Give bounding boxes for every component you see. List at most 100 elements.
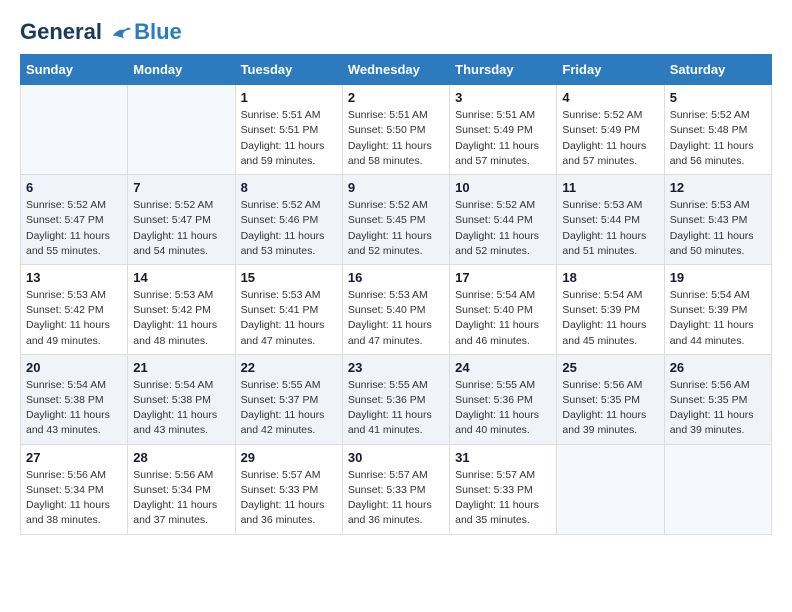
day-number: 1: [241, 90, 337, 105]
calendar-cell: 4 Sunrise: 5:52 AM Sunset: 5:49 PM Daylig…: [557, 85, 664, 175]
col-header-sunday: Sunday: [21, 55, 128, 85]
day-info: Sunrise: 5:57 AM Sunset: 5:33 PM Dayligh…: [348, 468, 444, 529]
col-header-thursday: Thursday: [450, 55, 557, 85]
day-info: Sunrise: 5:52 AM Sunset: 5:44 PM Dayligh…: [455, 198, 551, 259]
calendar-cell: 14Sunrise: 5:53 AM Sunset: 5:42 PM Dayli…: [128, 264, 235, 354]
day-info: Sunrise: 5:56 AM Sunset: 5:34 PM Dayligh…: [26, 468, 122, 529]
calendar-cell: 15Sunrise: 5:53 AM Sunset: 5:41 PM Dayli…: [235, 264, 342, 354]
day-number: 3: [455, 90, 551, 105]
calendar-cell: 5 Sunrise: 5:52 AM Sunset: 5:48 PM Daylig…: [664, 85, 771, 175]
calendar-cell: 21 Sunrise: 5:54 AM Sunset: 5:38 PM Dayli…: [128, 354, 235, 444]
day-info: Sunrise: 5:56 AM Sunset: 5:34 PM Dayligh…: [133, 468, 229, 529]
day-info: Sunrise: 5:53 AM Sunset: 5:42 PM Dayligh…: [26, 288, 122, 349]
logo-bird-icon: [110, 22, 132, 44]
day-number: 5: [670, 90, 766, 105]
day-info: Sunrise: 5:51 AM Sunset: 5:49 PM Dayligh…: [455, 108, 551, 169]
calendar-cell: 27 Sunrise: 5:56 AM Sunset: 5:34 PM Dayli…: [21, 444, 128, 534]
calendar-cell: [664, 444, 771, 534]
calendar-cell: 22Sunrise: 5:55 AM Sunset: 5:37 PM Dayli…: [235, 354, 342, 444]
day-number: 31: [455, 450, 551, 465]
day-info: Sunrise: 5:53 AM Sunset: 5:43 PM Dayligh…: [670, 198, 766, 259]
day-info: Sunrise: 5:54 AM Sunset: 5:38 PM Dayligh…: [133, 378, 229, 439]
calendar-cell: 9 Sunrise: 5:52 AM Sunset: 5:45 PM Daylig…: [342, 175, 449, 265]
day-info: Sunrise: 5:54 AM Sunset: 5:38 PM Dayligh…: [26, 378, 122, 439]
calendar-cell: [557, 444, 664, 534]
calendar-cell: 23 Sunrise: 5:55 AM Sunset: 5:36 PM Dayli…: [342, 354, 449, 444]
calendar-cell: 8Sunrise: 5:52 AM Sunset: 5:46 PM Daylig…: [235, 175, 342, 265]
day-number: 13: [26, 270, 122, 285]
calendar-cell: 12 Sunrise: 5:53 AM Sunset: 5:43 PM Dayli…: [664, 175, 771, 265]
calendar-cell: 29 Sunrise: 5:57 AM Sunset: 5:33 PM Dayli…: [235, 444, 342, 534]
day-number: 26: [670, 360, 766, 375]
calendar-cell: 19 Sunrise: 5:54 AM Sunset: 5:39 PM Dayli…: [664, 264, 771, 354]
day-number: 24: [455, 360, 551, 375]
day-number: 10: [455, 180, 551, 195]
day-info: Sunrise: 5:56 AM Sunset: 5:35 PM Dayligh…: [562, 378, 658, 439]
logo: General Blue: [20, 20, 182, 44]
calendar-cell: [21, 85, 128, 175]
calendar-cell: 2 Sunrise: 5:51 AM Sunset: 5:50 PM Daylig…: [342, 85, 449, 175]
calendar-cell: 17 Sunrise: 5:54 AM Sunset: 5:40 PM Dayli…: [450, 264, 557, 354]
calendar-cell: 28Sunrise: 5:56 AM Sunset: 5:34 PM Dayli…: [128, 444, 235, 534]
day-number: 19: [670, 270, 766, 285]
day-number: 18: [562, 270, 658, 285]
page-header: General Blue: [20, 20, 772, 44]
day-info: Sunrise: 5:52 AM Sunset: 5:45 PM Dayligh…: [348, 198, 444, 259]
calendar-cell: 20Sunrise: 5:54 AM Sunset: 5:38 PM Dayli…: [21, 354, 128, 444]
day-info: Sunrise: 5:52 AM Sunset: 5:47 PM Dayligh…: [26, 198, 122, 259]
day-number: 11: [562, 180, 658, 195]
col-header-friday: Friday: [557, 55, 664, 85]
day-number: 6: [26, 180, 122, 195]
day-number: 25: [562, 360, 658, 375]
calendar-cell: 24 Sunrise: 5:55 AM Sunset: 5:36 PM Dayli…: [450, 354, 557, 444]
col-header-saturday: Saturday: [664, 55, 771, 85]
day-info: Sunrise: 5:55 AM Sunset: 5:36 PM Dayligh…: [455, 378, 551, 439]
logo-blue: Blue: [134, 20, 182, 44]
day-info: Sunrise: 5:52 AM Sunset: 5:49 PM Dayligh…: [562, 108, 658, 169]
day-info: Sunrise: 5:57 AM Sunset: 5:33 PM Dayligh…: [241, 468, 337, 529]
calendar-cell: 30 Sunrise: 5:57 AM Sunset: 5:33 PM Dayli…: [342, 444, 449, 534]
day-info: Sunrise: 5:51 AM Sunset: 5:51 PM Dayligh…: [241, 108, 337, 169]
calendar-week-row: 6 Sunrise: 5:52 AM Sunset: 5:47 PM Daylig…: [21, 175, 772, 265]
col-header-monday: Monday: [128, 55, 235, 85]
day-number: 14: [133, 270, 229, 285]
day-info: Sunrise: 5:53 AM Sunset: 5:44 PM Dayligh…: [562, 198, 658, 259]
day-info: Sunrise: 5:52 AM Sunset: 5:48 PM Dayligh…: [670, 108, 766, 169]
day-number: 17: [455, 270, 551, 285]
day-number: 21: [133, 360, 229, 375]
day-info: Sunrise: 5:53 AM Sunset: 5:40 PM Dayligh…: [348, 288, 444, 349]
day-info: Sunrise: 5:52 AM Sunset: 5:46 PM Dayligh…: [241, 198, 337, 259]
day-info: Sunrise: 5:54 AM Sunset: 5:39 PM Dayligh…: [670, 288, 766, 349]
day-info: Sunrise: 5:55 AM Sunset: 5:36 PM Dayligh…: [348, 378, 444, 439]
col-header-wednesday: Wednesday: [342, 55, 449, 85]
calendar-cell: 16 Sunrise: 5:53 AM Sunset: 5:40 PM Dayli…: [342, 264, 449, 354]
calendar-cell: 7 Sunrise: 5:52 AM Sunset: 5:47 PM Daylig…: [128, 175, 235, 265]
calendar-header-row: SundayMondayTuesdayWednesdayThursdayFrid…: [21, 55, 772, 85]
calendar-cell: 1 Sunrise: 5:51 AM Sunset: 5:51 PM Daylig…: [235, 85, 342, 175]
day-info: Sunrise: 5:52 AM Sunset: 5:47 PM Dayligh…: [133, 198, 229, 259]
day-number: 29: [241, 450, 337, 465]
calendar-cell: 26 Sunrise: 5:56 AM Sunset: 5:35 PM Dayli…: [664, 354, 771, 444]
day-number: 4: [562, 90, 658, 105]
day-info: Sunrise: 5:56 AM Sunset: 5:35 PM Dayligh…: [670, 378, 766, 439]
day-info: Sunrise: 5:53 AM Sunset: 5:41 PM Dayligh…: [241, 288, 337, 349]
day-number: 30: [348, 450, 444, 465]
calendar-week-row: 20Sunrise: 5:54 AM Sunset: 5:38 PM Dayli…: [21, 354, 772, 444]
day-number: 12: [670, 180, 766, 195]
day-number: 23: [348, 360, 444, 375]
day-number: 2: [348, 90, 444, 105]
calendar-week-row: 27 Sunrise: 5:56 AM Sunset: 5:34 PM Dayli…: [21, 444, 772, 534]
logo-general: General: [20, 19, 102, 44]
day-info: Sunrise: 5:54 AM Sunset: 5:40 PM Dayligh…: [455, 288, 551, 349]
day-number: 27: [26, 450, 122, 465]
calendar-cell: 3 Sunrise: 5:51 AM Sunset: 5:49 PM Daylig…: [450, 85, 557, 175]
day-number: 16: [348, 270, 444, 285]
calendar-cell: 13 Sunrise: 5:53 AM Sunset: 5:42 PM Dayli…: [21, 264, 128, 354]
calendar-table: SundayMondayTuesdayWednesdayThursdayFrid…: [20, 54, 772, 534]
day-info: Sunrise: 5:51 AM Sunset: 5:50 PM Dayligh…: [348, 108, 444, 169]
calendar-cell: 31 Sunrise: 5:57 AM Sunset: 5:33 PM Dayli…: [450, 444, 557, 534]
day-info: Sunrise: 5:54 AM Sunset: 5:39 PM Dayligh…: [562, 288, 658, 349]
day-number: 7: [133, 180, 229, 195]
day-number: 9: [348, 180, 444, 195]
day-info: Sunrise: 5:57 AM Sunset: 5:33 PM Dayligh…: [455, 468, 551, 529]
